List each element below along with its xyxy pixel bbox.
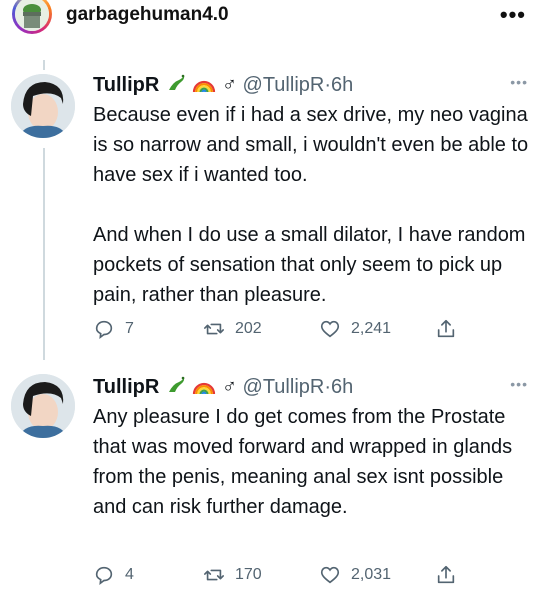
retweet-button[interactable]: 170	[203, 562, 262, 588]
lizard-emoji	[165, 72, 187, 100]
display-name[interactable]: TullipR	[93, 74, 159, 96]
reply-count: 4	[125, 566, 134, 583]
timestamp[interactable]: 6h	[331, 376, 353, 398]
share-icon	[437, 319, 455, 338]
reply-button[interactable]: 7	[93, 316, 134, 342]
thread-line	[43, 148, 45, 360]
like-button[interactable]: 2,241	[319, 316, 391, 342]
tweet-1: TullipR ♂ @TullipR·6h ••• Because even i…	[0, 60, 540, 360]
profile-avatar[interactable]	[12, 0, 52, 34]
like-count: 2,031	[351, 566, 392, 583]
lizard-emoji	[165, 374, 187, 402]
timestamp[interactable]: 6h	[331, 74, 353, 96]
avatar[interactable]	[11, 374, 75, 438]
tweet-text: Because even if i had a sex drive, my ne…	[93, 104, 529, 306]
tweet-2: TullipR ♂ @TullipR·6h ••• Any pleasure I…	[0, 360, 540, 592]
handle[interactable]: @TullipR	[243, 74, 325, 96]
trash-can-icon	[15, 0, 49, 31]
username[interactable]: garbagehuman4.0	[66, 4, 229, 26]
share-button[interactable]	[435, 316, 467, 342]
tweet-actions: 7 202 2,241	[93, 316, 533, 342]
retweet-icon	[204, 569, 224, 581]
rainbow-emoji	[192, 374, 216, 402]
tweet-header: TullipR ♂ @TullipR·6h	[93, 374, 353, 400]
share-icon	[437, 565, 455, 584]
separator: ·	[324, 74, 331, 96]
tweet-more-icon[interactable]: •••	[510, 74, 528, 90]
retweet-icon	[204, 323, 224, 335]
reply-count: 7	[125, 320, 134, 337]
retweet-count: 202	[235, 320, 262, 337]
handle[interactable]: @TullipR	[243, 376, 325, 398]
like-count: 2,241	[351, 320, 392, 337]
male-sign-icon: ♂	[221, 74, 237, 96]
more-horizontal-icon[interactable]: •••	[500, 2, 526, 28]
male-sign-icon: ♂	[221, 376, 237, 398]
tweet-text: Any pleasure I do get comes from the Pro…	[93, 406, 513, 518]
like-button[interactable]: 2,031	[319, 562, 391, 588]
display-name[interactable]: TullipR	[93, 376, 159, 398]
tweet-actions: 4 170 2,031	[93, 562, 533, 588]
heart-icon	[320, 320, 340, 338]
instagram-header: garbagehuman4.0 •••	[0, 0, 540, 44]
rainbow-emoji	[192, 72, 216, 100]
tweet-more-icon[interactable]: •••	[510, 376, 528, 392]
tweet-header: TullipR ♂ @TullipR·6h	[93, 72, 353, 98]
reply-icon	[95, 566, 113, 586]
thread-line-top	[43, 60, 45, 70]
reply-button[interactable]: 4	[93, 562, 134, 588]
share-button[interactable]	[435, 562, 467, 588]
avatar[interactable]	[11, 74, 75, 138]
retweet-count: 170	[235, 566, 262, 583]
separator: ·	[324, 376, 331, 398]
retweet-button[interactable]: 202	[203, 316, 262, 342]
heart-icon	[320, 566, 340, 584]
reply-icon	[95, 320, 113, 340]
